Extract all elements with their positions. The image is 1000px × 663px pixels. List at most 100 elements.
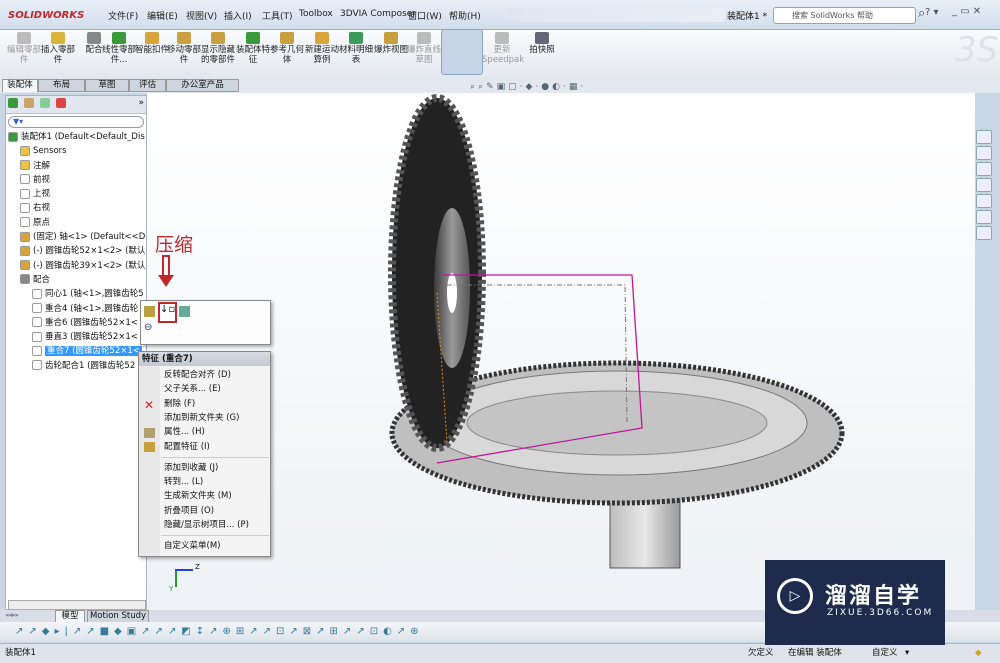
tree-item[interactable]: 齿轮配合1 (圆锥齿轮52 xyxy=(6,359,146,373)
tree-item[interactable]: (-) 圆锥齿轮52×1<2> (默认 xyxy=(6,244,146,258)
tree-item-label: 重合4 (轴<1>,圆锥齿轮 xyxy=(45,303,139,314)
delete-icon: ✕ xyxy=(144,398,155,412)
properties-icon xyxy=(144,428,155,438)
status-custom[interactable]: 自定义 xyxy=(872,644,898,662)
menu-item[interactable]: 文件(F) xyxy=(108,9,138,22)
tree-item[interactable]: (-) 圆锥齿轮39×1<2> (默认 xyxy=(6,259,146,273)
config-tab-icon[interactable] xyxy=(39,98,50,108)
menu-item[interactable]: 工具(T) xyxy=(262,9,293,22)
tree-item-label: 重合7 (圆锥齿轮52×1< xyxy=(45,346,142,357)
tab-scroll-arrows[interactable]: ◂◂▸▸ xyxy=(5,611,19,619)
ribbon-button[interactable]: 拍快照 xyxy=(522,32,562,55)
tab-1[interactable]: 布局 xyxy=(38,79,85,92)
tab-0[interactable]: 装配体 xyxy=(2,79,38,92)
menu-item[interactable]: 视图(V) xyxy=(186,9,217,22)
menu-item[interactable]: 编辑(E) xyxy=(147,9,178,22)
tab-3[interactable]: 评估 xyxy=(129,79,166,92)
tab-2[interactable]: 草图 xyxy=(85,79,129,92)
context-menu-item[interactable]: 生成新文件夹 (M) xyxy=(164,490,232,502)
home-icon[interactable] xyxy=(976,130,992,144)
ribbon-button[interactable]: 参考几何体 xyxy=(267,32,307,65)
menu-item[interactable]: 3DVIA Composer xyxy=(340,9,416,19)
feature-tree-tab-icon[interactable] xyxy=(8,98,18,108)
tree-item[interactable]: 配合 xyxy=(6,273,146,287)
context-menu-item[interactable]: 自定义菜单(M) xyxy=(164,540,220,552)
context-menu-item[interactable]: 隐藏/显示树项目... (P) xyxy=(164,519,249,531)
ribbon-label: 装配体特征 xyxy=(235,45,270,65)
expand-icon[interactable]: » xyxy=(138,98,144,108)
mates-icon xyxy=(20,274,30,285)
graphics-area[interactable]: Z Y xyxy=(147,93,975,610)
search-input[interactable]: 搜索 SolidWorks 帮助 xyxy=(773,7,916,24)
tree-item[interactable]: 重合7 (圆锥齿轮52×1< xyxy=(6,344,146,358)
context-menu-item[interactable]: 添加到新文件夹 (G) xyxy=(164,412,239,424)
appearance-tab-icon[interactable] xyxy=(55,98,66,108)
menu-item[interactable]: 插入(I) xyxy=(224,9,252,22)
context-menu-item[interactable]: 折叠项目 (O) xyxy=(164,505,214,517)
tree-item[interactable]: 重合4 (轴<1>,圆锥齿轮 xyxy=(6,302,146,316)
toolbar-icons[interactable]: ↗↗◆▸|↗↗■◆▣↗↗↗◩↕↗⊕⊞↗↗⊡↗⊠↗⊞↗↗⊡◐↗⊕ xyxy=(15,626,424,637)
menu-item[interactable]: Toolbox xyxy=(299,9,333,19)
menu-separator xyxy=(161,535,269,537)
tree-item[interactable]: 装配体1 (Default<Default_Dis xyxy=(6,130,146,144)
ribbon-button[interactable]: 爆炸直线草图 xyxy=(404,32,444,65)
context-menu-item[interactable]: 配置特征 (I) xyxy=(164,441,210,453)
filter-input[interactable]: ▼▾ xyxy=(8,116,144,128)
tree-item-label: 重合6 (圆锥齿轮52×1< xyxy=(45,317,138,328)
tree-item[interactable]: Sensors xyxy=(6,144,146,158)
file-explorer-icon[interactable] xyxy=(976,178,992,192)
ribbon-button[interactable]: 更新Speedpak xyxy=(482,32,524,65)
ribbon-icon xyxy=(417,32,431,44)
tree-item-label: 同心1 (轴<1>,圆锥齿轮5 xyxy=(45,289,144,300)
ribbon-button[interactable]: 材料明细表 xyxy=(336,32,376,65)
context-menu-item[interactable]: 添加到收藏 (J) xyxy=(164,462,218,474)
configure-feature-icon xyxy=(144,442,155,452)
design-library-icon[interactable] xyxy=(976,162,992,176)
tree-item[interactable]: 原点 xyxy=(6,216,146,230)
menu-item[interactable]: 帮助(H) xyxy=(449,9,481,22)
mate-parts-icon[interactable] xyxy=(179,306,190,317)
ribbon-label: 线性零部件... xyxy=(101,45,136,65)
tree-item-label: 齿轮配合1 (圆锥齿轮52 xyxy=(45,360,136,371)
ribbon-label: 编辑零部件 xyxy=(6,45,41,65)
panel-tabs[interactable]: » xyxy=(6,96,146,114)
appearances-icon[interactable] xyxy=(976,210,992,224)
tree-item[interactable]: (固定) 轴<1> (Default<<De xyxy=(6,230,146,244)
help-icon[interactable]: ? ▾ xyxy=(925,7,939,18)
horizontal-scrollbar[interactable] xyxy=(8,600,146,610)
edit-feature-icon[interactable] xyxy=(144,306,155,317)
feature-manager-panel: » ▼▾ 装配体1 (Default<Default_Dis Sensors 注解前… xyxy=(5,95,147,610)
window-controls[interactable]: _ ▭ ✕ xyxy=(952,6,981,17)
tree-item[interactable]: 上视 xyxy=(6,187,146,201)
tree-item[interactable]: 重合6 (圆锥齿轮52×1< xyxy=(6,316,146,330)
document-title: 装配体1 * xyxy=(727,12,768,22)
tree-item[interactable]: 右视 xyxy=(6,201,146,215)
tree-item-label: 装配体1 (Default<Default_Dis xyxy=(21,132,145,142)
menu-item[interactable]: 窗口(W) xyxy=(408,9,442,22)
context-menu-item[interactable]: 反转配合对齐 (D) xyxy=(164,369,231,381)
property-tab-icon[interactable] xyxy=(23,98,34,108)
ribbon-button[interactable]: 插入零部件 xyxy=(38,32,78,65)
task-pane-tabs[interactable] xyxy=(976,130,996,242)
context-menu-item[interactable]: 删除 (F) xyxy=(164,398,195,410)
tab-4[interactable]: 办公室产品 xyxy=(166,79,239,92)
ribbon-button[interactable]: 显示隐藏的零部件 xyxy=(198,32,238,65)
rebuild-icon[interactable]: ◆ xyxy=(975,644,982,662)
tree-item[interactable]: 垂直3 (圆锥齿轮52×1< xyxy=(6,330,146,344)
suppress-icon[interactable]: ↓▫ xyxy=(158,302,177,323)
zoom-to-selection-icon[interactable]: ⊖ xyxy=(144,322,152,333)
tree-item[interactable]: 注解 xyxy=(6,159,146,173)
tree-item[interactable]: 前视 xyxy=(6,173,146,187)
tree-item[interactable]: 同心1 (轴<1>,圆锥齿轮5 xyxy=(6,287,146,301)
dropdown-icon[interactable]: ▾ xyxy=(905,644,909,662)
resources-icon[interactable] xyxy=(976,146,992,160)
ribbon-icon xyxy=(535,32,549,44)
ribbon-label: 材料明细表 xyxy=(338,45,373,65)
context-menu-item[interactable]: 转到... (L) xyxy=(164,476,203,488)
coordinate-triad: Z Y xyxy=(169,563,200,593)
context-menu-item[interactable]: 属性... (H) xyxy=(164,426,205,438)
view-palette-icon[interactable] xyxy=(976,194,992,208)
custom-properties-icon[interactable] xyxy=(976,226,992,240)
context-menu-item[interactable]: 父子关系... (E) xyxy=(164,383,221,395)
quick-access-toolbar[interactable] xyxy=(505,8,725,22)
